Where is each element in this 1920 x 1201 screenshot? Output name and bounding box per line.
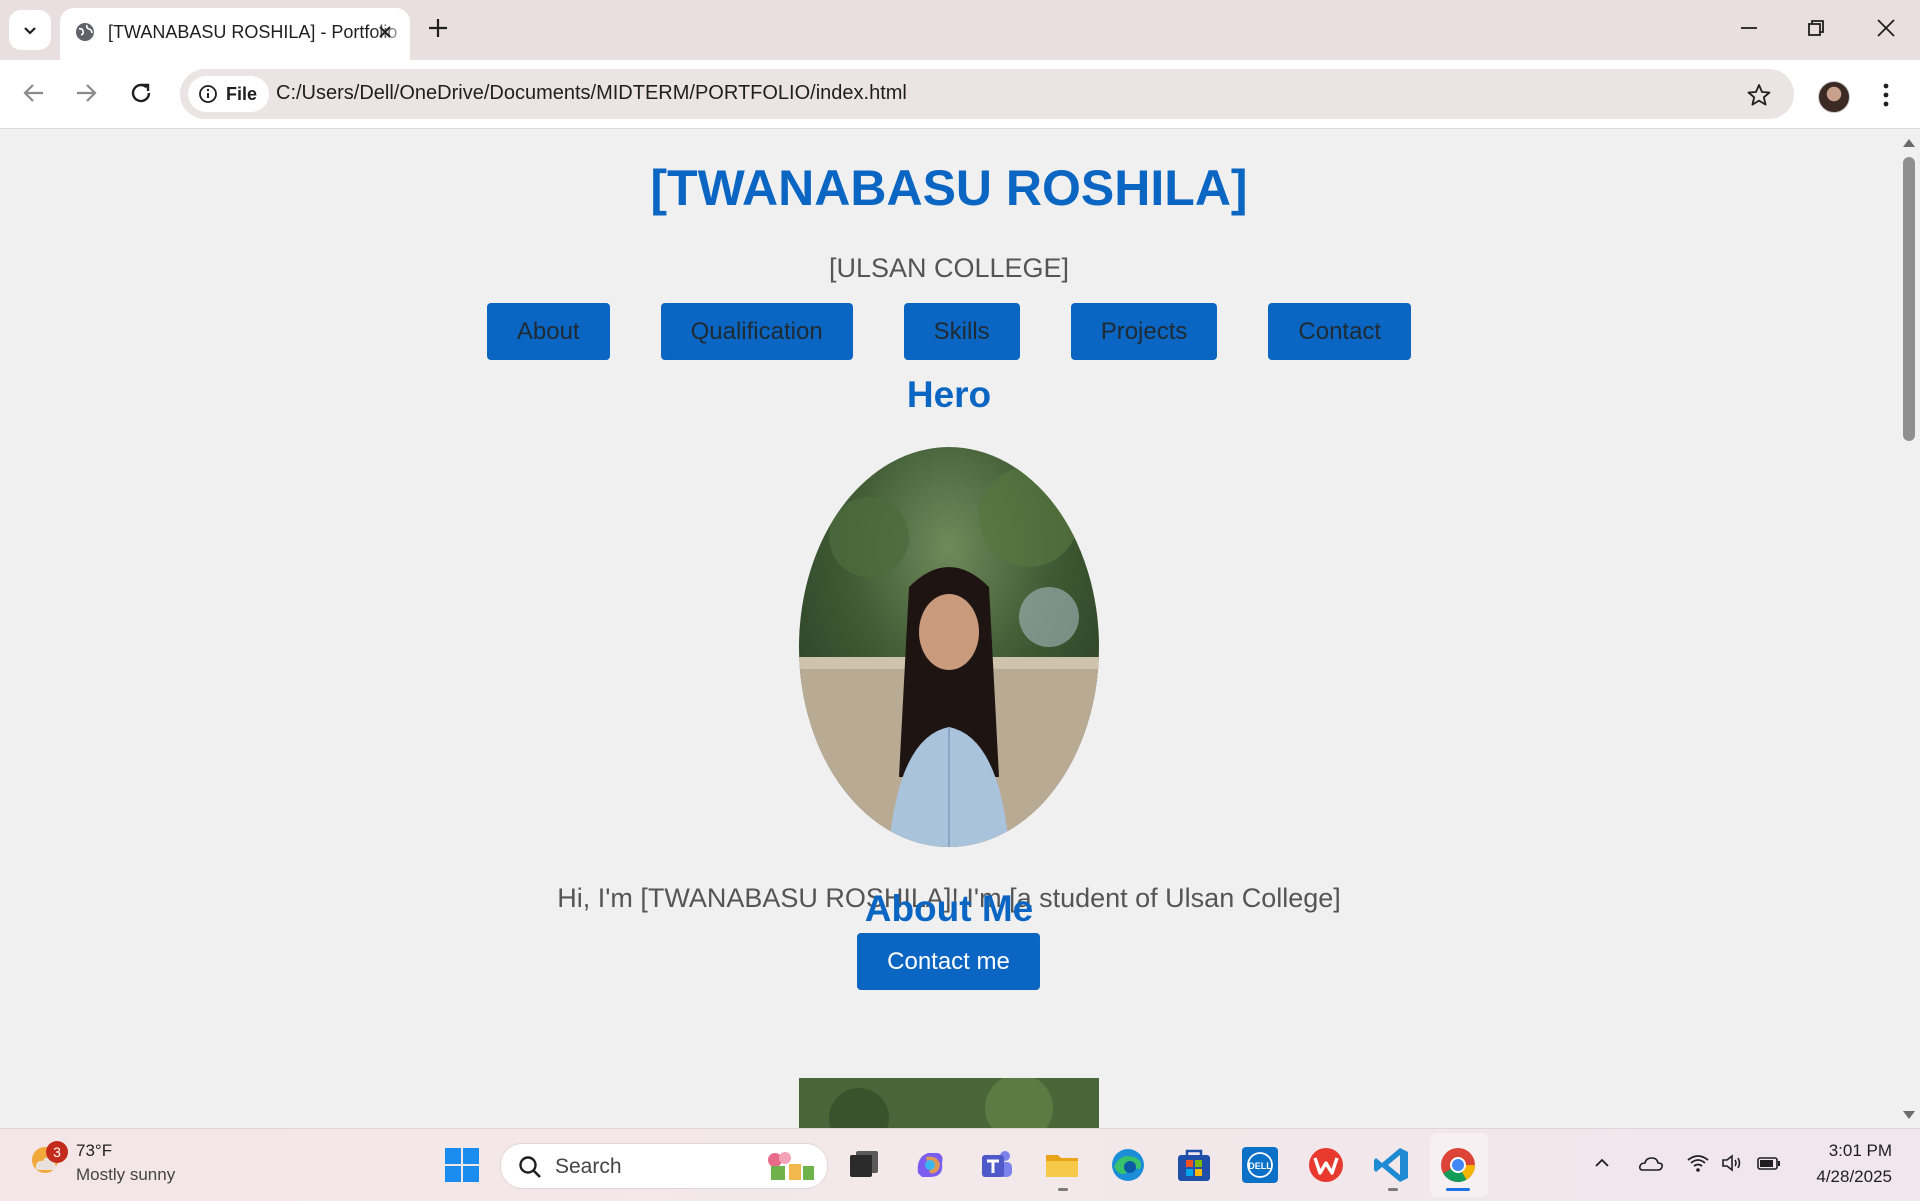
copilot-icon[interactable] bbox=[908, 1143, 952, 1187]
main-nav: About Qualification Skills Projects Cont… bbox=[0, 303, 1898, 360]
windows-taskbar: 3 73°F Mostly sunny Search DELL 3:01 PM … bbox=[0, 1128, 1920, 1201]
clock-date[interactable]: 4/28/2025 bbox=[1816, 1167, 1892, 1187]
nav-about[interactable]: About bbox=[486, 303, 610, 360]
minimize-icon[interactable] bbox=[1737, 16, 1761, 40]
chrome-active-indicator bbox=[1446, 1188, 1470, 1191]
reload-icon[interactable] bbox=[127, 79, 155, 107]
nav-projects[interactable]: Projects bbox=[1070, 303, 1218, 360]
wifi-icon[interactable] bbox=[1686, 1153, 1710, 1173]
chrome-icon[interactable] bbox=[1436, 1143, 1480, 1187]
file-explorer-running-indicator bbox=[1058, 1188, 1068, 1191]
wps-office-icon[interactable] bbox=[1304, 1143, 1348, 1187]
close-icon[interactable] bbox=[374, 21, 396, 43]
task-view-icon[interactable] bbox=[842, 1143, 886, 1187]
contact-me-button[interactable]: Contact me bbox=[857, 933, 1040, 990]
restore-icon[interactable] bbox=[1804, 16, 1828, 40]
tab-portfolio[interactable]: [TWANABASU ROSHILA] - Portfolio bbox=[60, 8, 410, 60]
url-text[interactable]: C:/Users/Dell/OneDrive/Documents/MIDTERM… bbox=[276, 82, 907, 105]
microsoft-store-icon[interactable] bbox=[1172, 1143, 1216, 1187]
close-window-icon[interactable] bbox=[1874, 16, 1898, 40]
scrollbar-thumb[interactable] bbox=[1903, 157, 1915, 441]
onedrive-cloud-icon[interactable] bbox=[1638, 1153, 1664, 1173]
profile-photo bbox=[799, 447, 1099, 847]
search-icon bbox=[519, 1156, 541, 1178]
edge-icon[interactable] bbox=[1106, 1143, 1150, 1187]
vscode-running-indicator bbox=[1388, 1188, 1398, 1191]
bookmark-star-icon[interactable] bbox=[1746, 82, 1772, 108]
globe-icon bbox=[76, 23, 94, 41]
file-explorer-icon[interactable] bbox=[1040, 1143, 1084, 1187]
more-menu-icon[interactable] bbox=[1878, 80, 1894, 110]
site-subtitle: [ULSAN COLLEGE] bbox=[828, 253, 1070, 283]
teams-icon[interactable] bbox=[974, 1143, 1018, 1187]
nav-qualification[interactable]: Qualification bbox=[660, 303, 853, 360]
new-tab-icon[interactable] bbox=[426, 16, 450, 40]
site-info-chip[interactable]: File bbox=[188, 76, 270, 112]
weather-badge: 3 bbox=[46, 1141, 68, 1163]
info-icon bbox=[199, 85, 217, 103]
search-placeholder: Search bbox=[555, 1155, 622, 1178]
back-icon[interactable] bbox=[20, 79, 48, 107]
browser-toolbar: File C:/Users/Dell/OneDrive/Documents/MI… bbox=[0, 60, 1920, 129]
volume-icon[interactable] bbox=[1720, 1153, 1744, 1173]
profile-avatar[interactable] bbox=[1818, 81, 1850, 113]
page-viewport: [TWANABASU ROSHILA] [ULSAN COLLEGE] Abou… bbox=[0, 129, 1898, 1128]
taskbar-search-box[interactable]: Search bbox=[500, 1143, 828, 1189]
nav-skills[interactable]: Skills bbox=[903, 303, 1020, 360]
tab-title: [TWANABASU ROSHILA] - Portfolio bbox=[108, 22, 398, 42]
about-photo bbox=[799, 1078, 1099, 1128]
chevron-up-icon[interactable] bbox=[1592, 1153, 1612, 1173]
address-bar[interactable]: File C:/Users/Dell/OneDrive/Documents/MI… bbox=[180, 69, 1794, 119]
svg-text:DELL: DELL bbox=[1248, 1161, 1272, 1171]
site-chip-label: File bbox=[226, 83, 258, 104]
scroll-down-icon[interactable] bbox=[1902, 1110, 1916, 1122]
dell-icon[interactable]: DELL bbox=[1238, 1143, 1282, 1187]
search-highlight-icon bbox=[768, 1152, 814, 1180]
forward-icon[interactable] bbox=[72, 79, 100, 107]
clock-time[interactable]: 3:01 PM bbox=[1829, 1141, 1892, 1161]
site-title: [TWANABASU ROSHILA] bbox=[650, 160, 1248, 216]
about-heading: About Me bbox=[864, 888, 1034, 929]
scroll-up-icon[interactable] bbox=[1902, 136, 1916, 148]
hero-heading: Hero bbox=[906, 374, 992, 415]
battery-icon[interactable] bbox=[1756, 1153, 1782, 1173]
vscode-icon[interactable] bbox=[1370, 1143, 1414, 1187]
tab-search-button[interactable] bbox=[9, 10, 51, 50]
windows-start-icon[interactable] bbox=[440, 1143, 484, 1187]
browser-titlebar: [TWANABASU ROSHILA] - Portfolio bbox=[0, 0, 1920, 60]
weather-condition[interactable]: Mostly sunny bbox=[76, 1165, 175, 1185]
chevron-down-icon bbox=[24, 27, 36, 35]
nav-contact[interactable]: Contact bbox=[1268, 303, 1412, 360]
weather-temperature[interactable]: 73°F bbox=[76, 1141, 112, 1161]
